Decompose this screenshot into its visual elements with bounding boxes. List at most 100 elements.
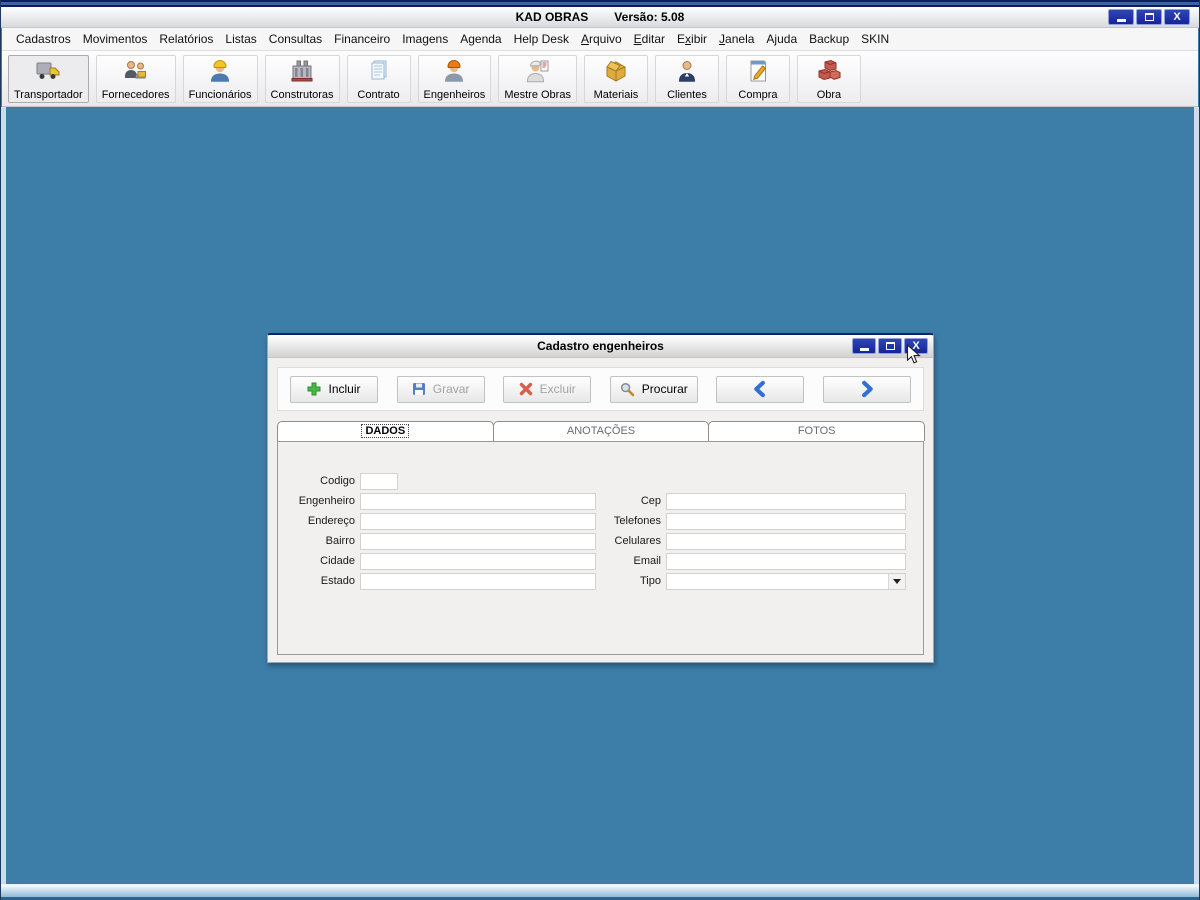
- celulares-field[interactable]: [666, 532, 906, 550]
- tipo-field[interactable]: [666, 572, 906, 590]
- incluir-button[interactable]: Incluir: [290, 375, 378, 403]
- cidade-label: Cidade: [320, 555, 355, 567]
- tipo-dropdown-button[interactable]: [888, 573, 905, 589]
- email-field[interactable]: [666, 552, 906, 570]
- purchase-icon: [750, 60, 767, 81]
- procurar-label: Procurar: [641, 382, 688, 396]
- menu-exibir[interactable]: Exibir: [671, 28, 713, 51]
- menu-consultas[interactable]: Consultas: [263, 28, 328, 51]
- dialog-tab-bar: DADOS ANOTAÇÕES FOTOS: [277, 421, 926, 441]
- toolbar-label: Mestre Obras: [504, 88, 571, 101]
- celulares-label: Celulares: [614, 535, 661, 547]
- minimize-icon: [1116, 18, 1126, 22]
- toolbar-label: Construtoras: [270, 88, 334, 101]
- menu-ajuda[interactable]: Ajuda: [760, 28, 803, 51]
- truck-icon: [36, 62, 60, 79]
- cidade-field[interactable]: [360, 552, 596, 570]
- tipo-combobox[interactable]: [666, 572, 906, 590]
- toolbar-transportador-button[interactable]: Transportador: [8, 54, 89, 103]
- engenheiro-field[interactable]: [360, 492, 596, 510]
- procurar-button[interactable]: Procurar: [609, 375, 698, 403]
- toolbar-label: Compra: [738, 88, 778, 101]
- engenheiro-label: Engenheiro: [298, 495, 355, 507]
- search-icon: [620, 382, 635, 396]
- previous-record-button[interactable]: [716, 375, 805, 403]
- endereco-field[interactable]: [360, 512, 596, 530]
- toolbar-engenheiros-button[interactable]: Engenheiros: [417, 54, 492, 103]
- close-icon: X: [1173, 10, 1181, 23]
- window-frame-bottom: [1, 884, 1199, 897]
- chevron-right-icon: [862, 380, 873, 398]
- menu-movimentos[interactable]: Movimentos: [77, 28, 154, 51]
- codigo-field[interactable]: [360, 472, 398, 490]
- menu-financeiro[interactable]: Financeiro: [328, 28, 396, 51]
- toolbar-label: Clientes: [667, 88, 707, 101]
- form-right-column: Cep Telefones Celulares Email Tipo: [604, 471, 906, 591]
- menu-janela[interactable]: Janela: [713, 28, 760, 51]
- main-toolbar: Transportador Fornecedores Funcionários: [2, 51, 1198, 107]
- menu-bar: Cadastros Movimentos Relatórios Listas C…: [2, 28, 1198, 51]
- toolbar-label: Contrato: [357, 88, 400, 101]
- mouse-cursor: [906, 344, 921, 364]
- menu-listas[interactable]: Listas: [219, 28, 262, 51]
- engineer-icon: [445, 59, 464, 82]
- window-controls: X: [1108, 9, 1190, 25]
- toolbar-label: Funcionários: [188, 88, 252, 101]
- dialog-title: Cadastro engenheiros: [537, 339, 664, 353]
- toolbar-funcionarios-button[interactable]: Funcionários: [182, 54, 258, 103]
- cadastro-engenheiros-dialog: Cadastro engenheiros X Incluir Gravar Ex…: [267, 333, 934, 663]
- dialog-titlebar[interactable]: Cadastro engenheiros X: [268, 335, 933, 358]
- gravar-button[interactable]: Gravar: [396, 375, 485, 403]
- tab-fotos[interactable]: FOTOS: [708, 421, 926, 441]
- minimize-button[interactable]: [1108, 9, 1134, 25]
- menu-editar[interactable]: Editar: [628, 28, 671, 51]
- menu-cadastros[interactable]: Cadastros: [10, 28, 77, 51]
- tab-dados[interactable]: DADOS: [277, 421, 494, 441]
- toolbar-construtoras-button[interactable]: Construtoras: [264, 54, 340, 103]
- cep-field[interactable]: [666, 492, 906, 510]
- menu-imagens[interactable]: Imagens: [396, 28, 454, 51]
- dialog-minimize-button[interactable]: [852, 338, 876, 354]
- toolbar-mestre-obras-button[interactable]: Mestre Obras: [498, 54, 577, 103]
- menu-relatorios[interactable]: Relatórios: [153, 28, 219, 51]
- toolbar-label: Obra: [816, 88, 842, 101]
- app-title: KAD OBRAS: [515, 10, 589, 24]
- next-record-button[interactable]: [822, 375, 911, 403]
- codigo-label: Codigo: [320, 475, 355, 487]
- endereco-label: Endereço: [307, 515, 355, 527]
- plus-icon: [307, 382, 321, 396]
- toolbar-contrato-button[interactable]: Contrato: [346, 54, 411, 103]
- window-frame-top: [1, 0, 1199, 7]
- worker-icon: [211, 59, 230, 82]
- document-icon: [371, 60, 387, 79]
- close-button[interactable]: X: [1164, 9, 1190, 25]
- form-left-column: Codigo Engenheiro Endereço Bairro Cidade: [288, 471, 596, 591]
- tab-anotacoes[interactable]: ANOTAÇÕES: [492, 421, 710, 441]
- main-titlebar[interactable]: KAD OBRAS Versão: 5.08 X: [1, 7, 1199, 28]
- excluir-label: Excluir: [539, 382, 576, 396]
- dialog-maximize-button[interactable]: [878, 338, 902, 354]
- toolbar-label: Engenheiros: [423, 88, 486, 101]
- menu-agenda[interactable]: Agenda: [454, 28, 507, 51]
- toolbar-clientes-button[interactable]: Clientes: [654, 54, 719, 103]
- bairro-label: Bairro: [325, 535, 355, 547]
- menu-help-desk[interactable]: Help Desk: [508, 28, 575, 51]
- minimize-icon: [859, 347, 869, 351]
- maximize-button[interactable]: [1136, 9, 1162, 25]
- box-icon: [606, 60, 626, 82]
- toolbar-compra-button[interactable]: Compra: [725, 54, 790, 103]
- engineer-form: Codigo Engenheiro Endereço Bairro Cidade: [278, 442, 923, 591]
- toolbar-fornecedores-button[interactable]: Fornecedores: [95, 54, 176, 103]
- toolbar-obra-button[interactable]: Obra: [796, 54, 861, 103]
- toolbar-materiais-button[interactable]: Materiais: [583, 54, 648, 103]
- menu-skin[interactable]: SKIN: [855, 28, 895, 51]
- bairro-field[interactable]: [360, 532, 596, 550]
- bricks-icon: [818, 59, 841, 80]
- menu-backup[interactable]: Backup: [803, 28, 855, 51]
- excluir-button[interactable]: Excluir: [503, 375, 592, 403]
- maximize-icon: [885, 342, 895, 350]
- telefones-field[interactable]: [666, 512, 906, 530]
- estado-field[interactable]: [360, 572, 596, 590]
- menu-arquivo[interactable]: Arquivo: [575, 28, 628, 51]
- telefones-label: Telefones: [613, 515, 661, 527]
